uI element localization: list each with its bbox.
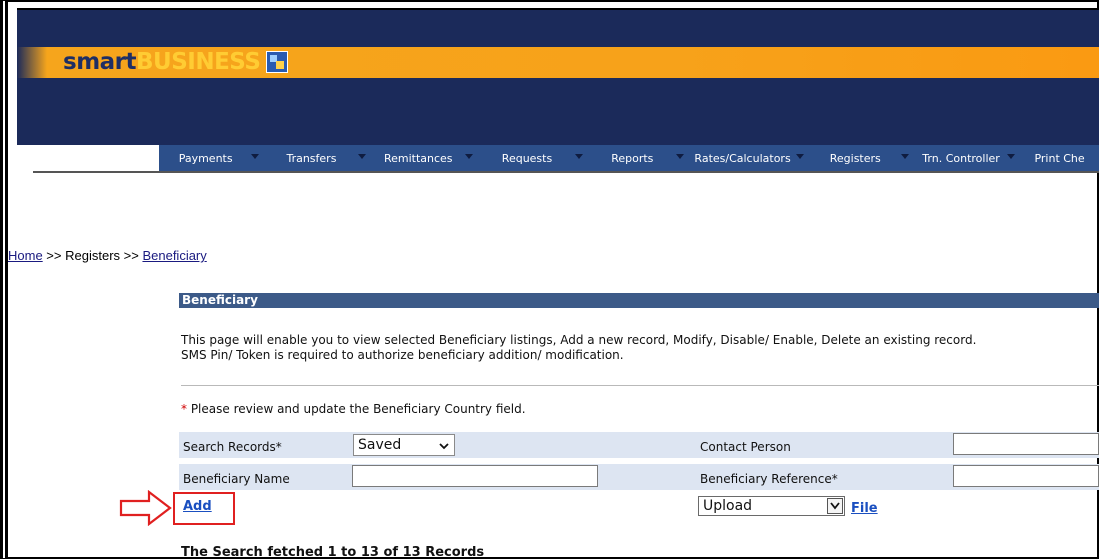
brand-smart-text: smart	[63, 49, 137, 75]
beneficiary-reference-input[interactable]	[953, 465, 1099, 487]
dropdown-triangle-icon	[357, 154, 366, 159]
nav-item-label: Payments	[178, 152, 233, 165]
nav-underline	[33, 171, 1099, 173]
chevron-down-icon	[830, 502, 840, 510]
contact-person-label: Contact Person	[700, 440, 791, 454]
brand-business-text: BUSINESS	[136, 49, 261, 75]
nav-item-label: Requests	[501, 152, 553, 165]
nav-item-label: Transfers	[286, 152, 337, 165]
dropdown-triangle-icon	[675, 154, 684, 159]
search-records-label: Search Records*	[183, 440, 282, 454]
section-title: Beneficiary	[179, 293, 1099, 308]
page-description: This page will enable you to view select…	[181, 333, 1096, 363]
dropdown-triangle-icon	[900, 154, 909, 159]
nav-item-label: Print Che	[1034, 152, 1085, 165]
nav-item-payments[interactable]: Payments	[159, 145, 264, 173]
nav-item-label: Rates/Calculators	[694, 152, 791, 165]
dropdown-triangle-icon	[464, 154, 473, 159]
nav-item-label: Registers	[829, 152, 881, 165]
country-note: * Please review and update the Beneficia…	[181, 402, 526, 416]
breadcrumb-separator: >>	[42, 248, 66, 263]
country-note-text: Please review and update the Beneficiary…	[187, 402, 526, 416]
nav-item-reports[interactable]: Reports	[588, 145, 688, 173]
breadcrumb-separator: >>	[120, 248, 143, 263]
beneficiary-reference-label: Beneficiary Reference*	[700, 472, 838, 486]
upload-value: Upload	[703, 498, 753, 514]
divider	[181, 385, 1099, 386]
upload-select[interactable]: Upload	[698, 496, 845, 516]
nav-item-trn-controller[interactable]: Trn. Controller	[914, 145, 1020, 173]
search-records-value: Saved	[358, 437, 402, 453]
nav-item-transfers[interactable]: Transfers	[264, 145, 370, 173]
breadcrumb-home-link[interactable]: Home	[8, 248, 43, 263]
red-outline-arrow-right-icon	[119, 490, 172, 526]
breadcrumb-registers: Registers	[65, 248, 121, 263]
breadcrumb: Home >> Registers >> Beneficiary	[8, 248, 207, 263]
contact-person-input[interactable]	[953, 433, 1099, 455]
breadcrumb-beneficiary-link[interactable]: Beneficiary	[142, 248, 206, 263]
nav-item-label: Trn. Controller	[922, 152, 1000, 165]
dropdown-triangle-icon	[251, 154, 260, 159]
description-line-1: This page will enable you to view select…	[181, 333, 977, 347]
search-results-count: The Search fetched 1 to 13 of 13 Records	[181, 545, 485, 560]
dropdown-triangle-icon	[1007, 154, 1016, 159]
beneficiary-name-label: Beneficiary Name	[183, 472, 290, 486]
nav-item-label: Remittances	[383, 152, 453, 165]
nav-item-requests[interactable]: Requests	[478, 145, 588, 173]
nav-item-rates-calculators[interactable]: Rates/Calculators	[689, 145, 809, 173]
nav-item-label: Reports	[611, 152, 654, 165]
description-line-2: SMS Pin/ Token is required to authorize …	[181, 348, 624, 362]
beneficiary-name-input[interactable]	[352, 465, 598, 487]
dropdown-button[interactable]	[827, 498, 843, 514]
nav-spacer	[33, 145, 159, 173]
nav-item-remittances[interactable]: Remittances	[371, 145, 478, 173]
dropdown-triangle-icon	[795, 154, 804, 159]
dropdown-triangle-icon	[575, 154, 584, 159]
main-nav: Payments Transfers Remittances Requests Repo…	[159, 145, 1099, 173]
smartbusiness-logo-icon	[266, 51, 288, 73]
add-link[interactable]: Add	[183, 499, 212, 514]
file-link[interactable]: File	[851, 501, 878, 516]
brand-logo: smartBUSINESS	[63, 47, 261, 78]
nav-item-registers[interactable]: Registers	[809, 145, 914, 173]
search-records-select[interactable]: Saved	[353, 434, 455, 456]
chevron-down-icon	[439, 443, 449, 450]
nav-item-print-che[interactable]: Print Che	[1020, 145, 1099, 173]
